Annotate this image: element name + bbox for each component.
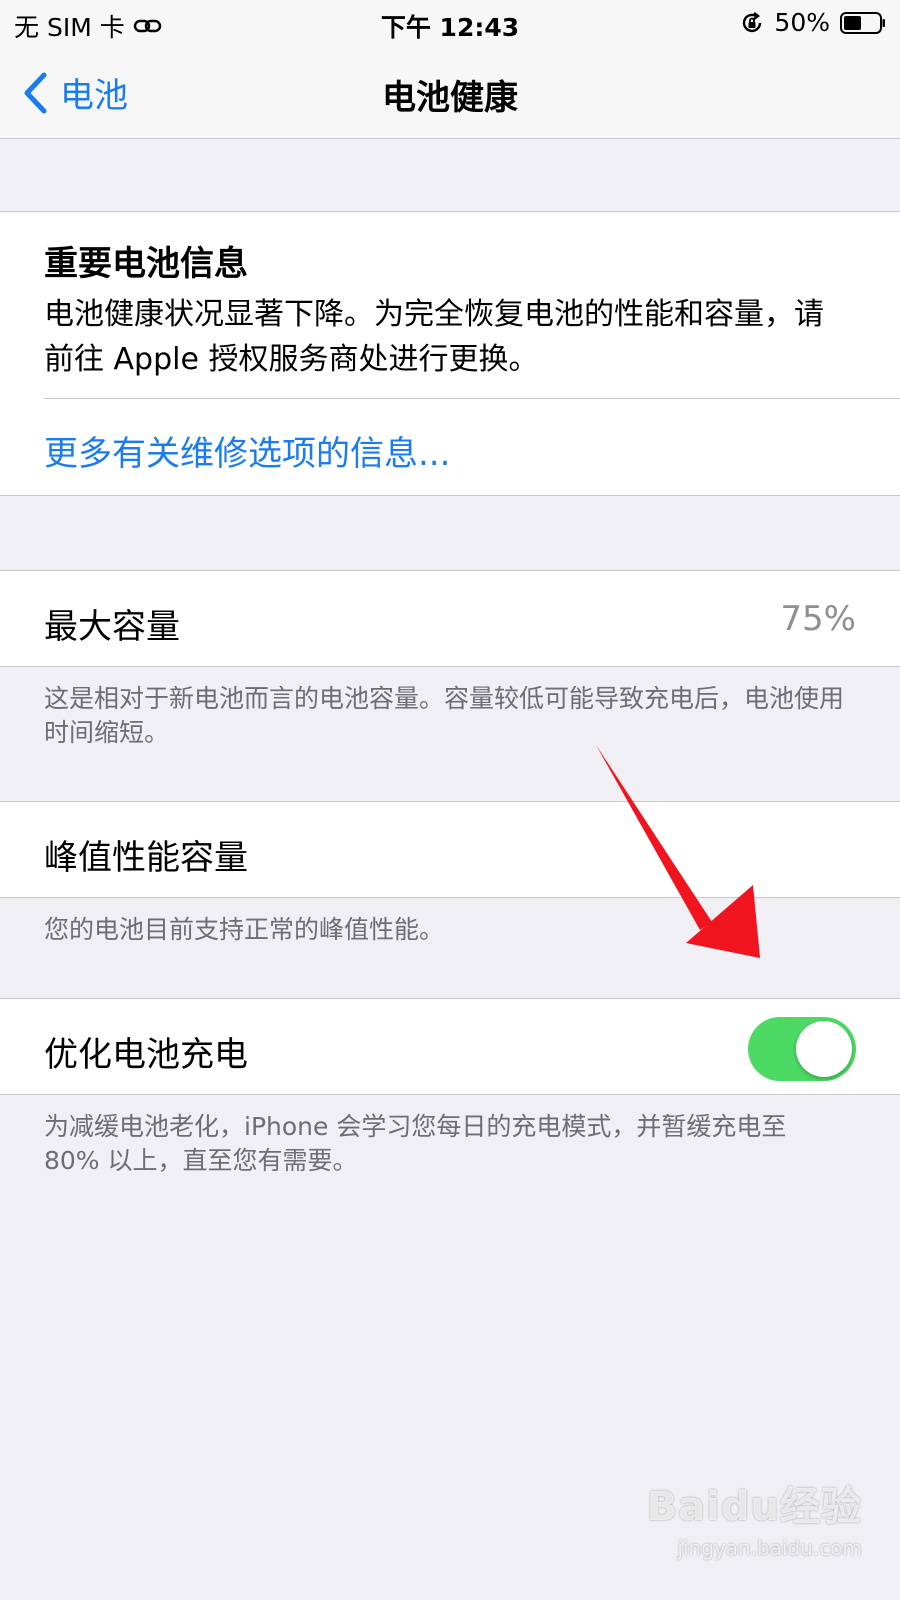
optimized-charging-toggle[interactable]	[748, 1017, 856, 1081]
battery-icon	[840, 11, 885, 34]
toggle-knob	[796, 1021, 852, 1077]
max-capacity-footer: 这是相对于新电池而言的电池容量。容量较低可能导致充电后，电池使用时间缩短。	[44, 684, 845, 747]
navigation-bar: 电池 电池健康	[0, 46, 900, 139]
orientation-lock-icon	[743, 11, 762, 32]
optimized-charging-row: 优化电池充电	[0, 998, 900, 1095]
peak-performance-footer: 您的电池目前支持正常的峰值性能。	[44, 915, 445, 944]
optimized-charging-footer: 为减缓电池老化，iPhone 会学习您每日的充电模式，并暂缓充电至 80% 以上…	[44, 1112, 787, 1175]
optimized-charging-label: 优化电池充电	[44, 1035, 248, 1075]
divider	[44, 398, 900, 399]
max-capacity-label: 最大容量	[44, 607, 180, 647]
info-title: 重要电池信息	[44, 244, 248, 284]
battery-info-card: 重要电池信息 电池健康状况显著下降。为完全恢复电池的性能和容量，请前往 Appl…	[0, 211, 900, 496]
peak-performance-row: 峰值性能容量	[0, 801, 900, 898]
max-capacity-value: 75%	[780, 599, 856, 639]
status-bar: 无 SIM 卡 下午 12:43 50%	[0, 0, 900, 46]
watermark-brand: Baidu经验	[646, 1484, 862, 1530]
status-right-group: 50%	[740, 8, 886, 37]
max-capacity-row: 最大容量 75%	[0, 570, 900, 667]
baidu-watermark: Baidu经验 jingyan.baidu.com	[647, 1474, 862, 1560]
info-body: 电池健康状况显著下降。为完全恢复电池的性能和容量，请前往 Apple 授权服务商…	[44, 297, 824, 377]
watermark-url: jingyan.baidu.com	[677, 1536, 862, 1560]
service-options-link[interactable]: 更多有关维修选项的信息...	[44, 426, 450, 475]
battery-percent: 50%	[774, 8, 830, 37]
peak-performance-label: 峰值性能容量	[44, 838, 248, 878]
page-title: 电池健康	[382, 78, 518, 118]
